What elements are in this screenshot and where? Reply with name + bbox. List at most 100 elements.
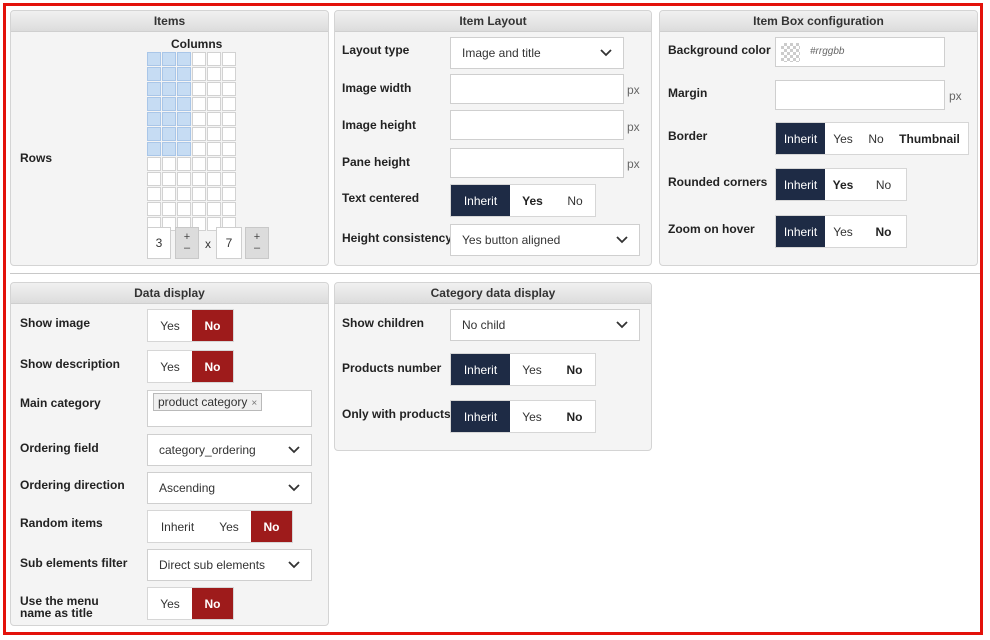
border-yes-button[interactable]: Yes	[825, 123, 861, 154]
text-centered-no-button[interactable]: No	[555, 185, 595, 216]
text-centered-inherit-button[interactable]: Inherit	[451, 185, 510, 216]
grid-cell[interactable]	[192, 52, 206, 66]
random-items-inherit-button[interactable]: Inherit	[148, 511, 207, 542]
ordering-field-select[interactable]: category_ordering	[147, 434, 312, 466]
grid-cell[interactable]	[222, 187, 236, 201]
only-with-products-toggle[interactable]: Inherit Yes No	[450, 400, 596, 433]
columns-count-input[interactable]: 3	[147, 227, 171, 259]
grid-cell[interactable]	[147, 82, 161, 96]
rounded-corners-inherit-button[interactable]: Inherit	[776, 169, 825, 200]
grid-cell[interactable]	[162, 187, 176, 201]
grid-cell[interactable]	[177, 67, 191, 81]
grid-cell[interactable]	[147, 157, 161, 171]
products-number-toggle[interactable]: Inherit Yes No	[450, 353, 596, 386]
grid-cell[interactable]	[147, 67, 161, 81]
grid-cell[interactable]	[192, 82, 206, 96]
grid-cell[interactable]	[207, 67, 221, 81]
border-thumbnail-button[interactable]: Thumbnail	[891, 123, 968, 154]
grid-cell[interactable]	[222, 112, 236, 126]
grid-cell[interactable]	[177, 127, 191, 141]
grid-cell[interactable]	[162, 202, 176, 216]
grid-cell[interactable]	[207, 127, 221, 141]
grid-cell[interactable]	[177, 97, 191, 111]
menu-name-title-yes-button[interactable]: Yes	[148, 588, 192, 619]
grid-cell[interactable]	[162, 142, 176, 156]
grid-cell[interactable]	[162, 127, 176, 141]
pane-height-input[interactable]	[450, 148, 624, 178]
grid-cell[interactable]	[207, 112, 221, 126]
grid-cell[interactable]	[222, 142, 236, 156]
zoom-on-hover-inherit-button[interactable]: Inherit	[776, 216, 825, 247]
grid-cell[interactable]	[162, 157, 176, 171]
grid-cell[interactable]	[207, 172, 221, 186]
grid-cell[interactable]	[162, 112, 176, 126]
height-consistency-select[interactable]: Yes button aligned	[450, 224, 640, 256]
grid-cell[interactable]	[177, 187, 191, 201]
grid-cell[interactable]	[207, 187, 221, 201]
grid-cell[interactable]	[147, 187, 161, 201]
grid-cell[interactable]	[162, 97, 176, 111]
grid-cell[interactable]	[207, 202, 221, 216]
show-description-no-button[interactable]: No	[192, 351, 233, 382]
grid-cell[interactable]	[177, 202, 191, 216]
image-width-input[interactable]	[450, 74, 624, 104]
show-description-toggle[interactable]: Yes No	[147, 350, 234, 383]
grid-cell[interactable]	[192, 187, 206, 201]
grid-cell[interactable]	[147, 172, 161, 186]
grid-cell[interactable]	[162, 67, 176, 81]
ordering-direction-select[interactable]: Ascending	[147, 472, 312, 504]
show-image-toggle[interactable]: Yes No	[147, 309, 234, 342]
grid-cell[interactable]	[207, 157, 221, 171]
grid-cell[interactable]	[177, 82, 191, 96]
only-with-products-yes-button[interactable]: Yes	[510, 401, 554, 432]
show-children-select[interactable]: No child	[450, 309, 640, 341]
only-with-products-no-button[interactable]: No	[554, 401, 595, 432]
show-description-yes-button[interactable]: Yes	[148, 351, 192, 382]
columns-stepper[interactable]: + –	[175, 227, 199, 259]
grid-cell[interactable]	[147, 112, 161, 126]
random-items-no-button[interactable]: No	[251, 511, 292, 542]
show-image-yes-button[interactable]: Yes	[148, 310, 192, 341]
grid-cell[interactable]	[147, 97, 161, 111]
text-centered-yes-button[interactable]: Yes	[510, 185, 555, 216]
layout-type-select[interactable]: Image and title	[450, 37, 624, 69]
products-number-yes-button[interactable]: Yes	[510, 354, 554, 385]
rows-stepper[interactable]: + –	[245, 227, 269, 259]
grid-cell[interactable]	[177, 157, 191, 171]
grid-cell[interactable]	[192, 112, 206, 126]
menu-name-title-no-button[interactable]: No	[192, 588, 233, 619]
grid-cell[interactable]	[192, 142, 206, 156]
grid-cell[interactable]	[222, 157, 236, 171]
show-image-no-button[interactable]: No	[192, 310, 233, 341]
minus-icon[interactable]: –	[254, 243, 260, 254]
grid-cell[interactable]	[177, 142, 191, 156]
border-inherit-button[interactable]: Inherit	[776, 123, 825, 154]
grid-cell[interactable]	[177, 52, 191, 66]
zoom-on-hover-toggle[interactable]: Inherit Yes No	[775, 215, 907, 248]
grid-cell[interactable]	[207, 82, 221, 96]
grid-cell[interactable]	[147, 127, 161, 141]
rounded-corners-yes-button[interactable]: Yes	[825, 169, 861, 200]
category-tag[interactable]: product category ×	[153, 393, 263, 411]
grid-cell[interactable]	[222, 67, 236, 81]
grid-cell[interactable]	[147, 142, 161, 156]
grid-cell[interactable]	[207, 52, 221, 66]
grid-cell[interactable]	[162, 82, 176, 96]
border-toggle[interactable]: Inherit Yes No Thumbnail	[775, 122, 969, 155]
random-items-toggle[interactable]: Inherit Yes No	[147, 510, 293, 543]
margin-input[interactable]	[775, 80, 945, 110]
rows-count-input[interactable]: 7	[216, 227, 242, 259]
grid-cell[interactable]	[162, 172, 176, 186]
grid-cell[interactable]	[222, 172, 236, 186]
random-items-yes-button[interactable]: Yes	[207, 511, 251, 542]
rounded-corners-toggle[interactable]: Inherit Yes No	[775, 168, 907, 201]
grid-cell[interactable]	[192, 172, 206, 186]
products-number-no-button[interactable]: No	[554, 354, 595, 385]
grid-cell[interactable]	[222, 52, 236, 66]
grid-cell[interactable]	[207, 97, 221, 111]
grid-cell[interactable]	[162, 52, 176, 66]
grid-cell[interactable]	[222, 97, 236, 111]
only-with-products-inherit-button[interactable]: Inherit	[451, 401, 510, 432]
grid-cell[interactable]	[192, 157, 206, 171]
grid-cell[interactable]	[192, 67, 206, 81]
